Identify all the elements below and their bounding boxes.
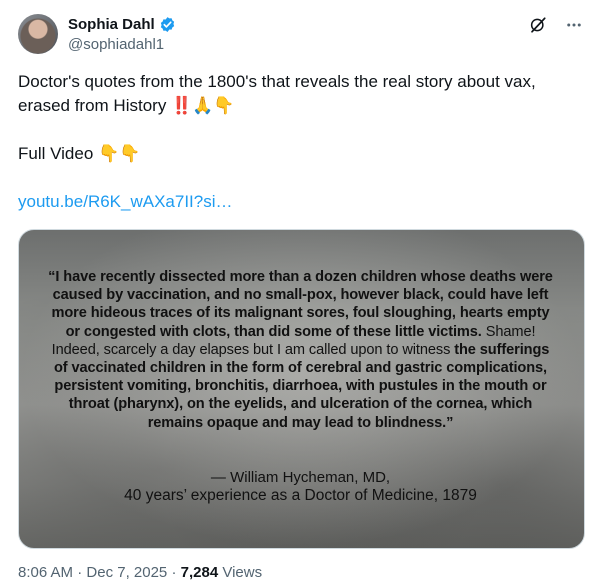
- avatar[interactable]: [18, 14, 58, 54]
- views-label: Views: [218, 564, 263, 581]
- meta-separator: ·: [167, 564, 181, 581]
- quote-text: “I have recently dissected more than a d…: [43, 268, 558, 432]
- media-image[interactable]: “I have recently dissected more than a d…: [18, 229, 585, 549]
- tweet-date[interactable]: Dec 7, 2025: [86, 564, 167, 581]
- meta-separator: ·: [73, 564, 87, 581]
- quote-bold-1: “I have recently dissected more than a d…: [48, 269, 553, 340]
- author-handle[interactable]: @sophiadahl1: [68, 36, 164, 53]
- header-actions: [529, 16, 583, 34]
- tweet-meta: 8:06 AM · Dec 7, 2025 · 7,284 Views: [18, 564, 262, 581]
- tweet-text: Doctor's quotes from the 1800's that rev…: [18, 70, 583, 214]
- verified-badge-icon[interactable]: [159, 16, 176, 33]
- display-name[interactable]: Sophia Dahl: [68, 16, 155, 33]
- tweet-line: Doctor's quotes from the 1800's that rev…: [18, 72, 536, 91]
- attribution-name: — William Hycheman, MD,: [210, 469, 391, 486]
- video-link[interactable]: youtu.be/R6K_wAXa7II?si…: [18, 190, 233, 214]
- attribution-detail: 40 years’ experience as a Doctor of Medi…: [124, 487, 477, 504]
- views-count[interactable]: 7,284: [181, 564, 219, 581]
- more-icon[interactable]: [565, 16, 583, 34]
- tweet-line: Full Video 👇👇: [18, 144, 141, 163]
- name-row: Sophia Dahl: [68, 16, 176, 33]
- tweet-header: Sophia Dahl @sophiadahl1: [18, 14, 583, 58]
- grok-icon[interactable]: [529, 16, 547, 34]
- tweet-time[interactable]: 8:06 AM: [18, 564, 73, 581]
- tweet-line: erased from History ‼️🙏👇: [18, 96, 235, 115]
